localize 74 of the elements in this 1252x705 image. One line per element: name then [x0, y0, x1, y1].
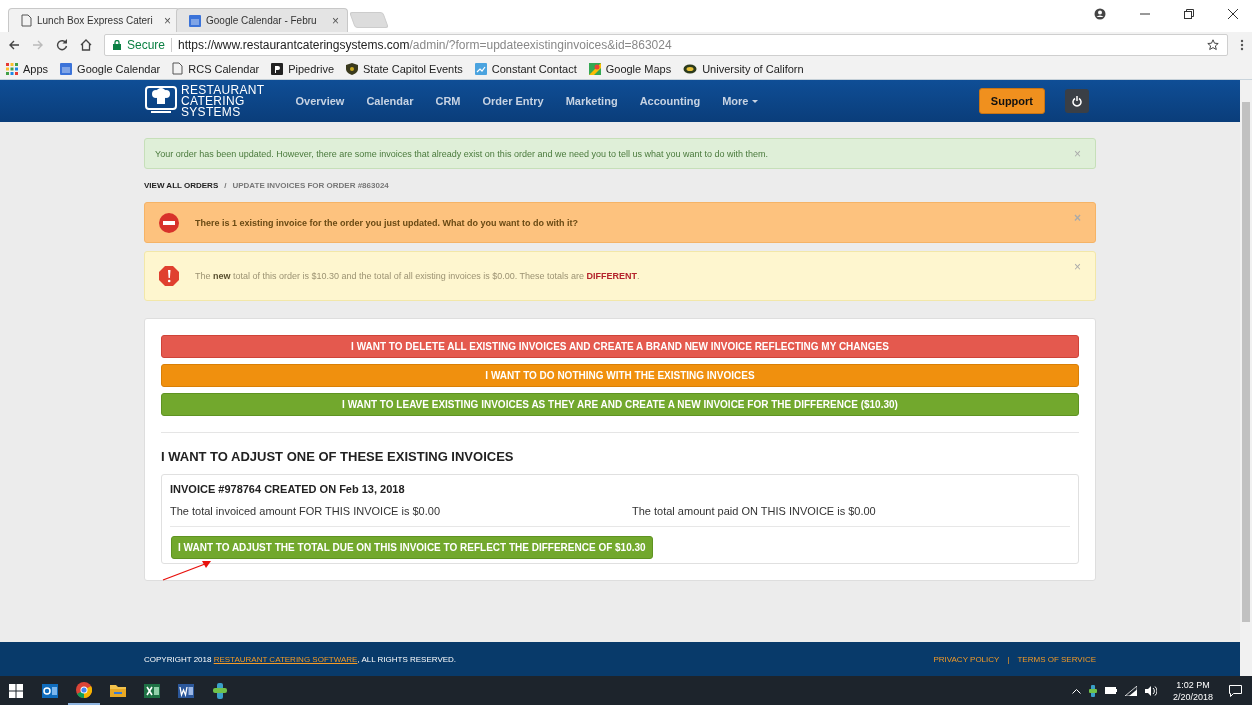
secure-label: Secure: [127, 38, 166, 52]
close-icon[interactable]: [1228, 9, 1238, 19]
no-entry-icon: [159, 212, 179, 233]
bookmark-link[interactable]: University of Californ: [683, 62, 804, 75]
clock[interactable]: 1:02 PM 2/20/2018: [1172, 678, 1213, 703]
exclamation-icon: [159, 266, 179, 286]
bookmark-link[interactable]: Pipedrive: [271, 62, 335, 75]
outlook-icon[interactable]: [42, 683, 58, 698]
nav-link[interactable]: Calendar: [355, 95, 425, 107]
star-icon[interactable]: [1207, 39, 1219, 51]
annotation-arrow: [161, 558, 213, 582]
invoiced-amount: The total invoiced amount FOR THIS INVOICE is $0.00: [170, 505, 442, 517]
map-icon: [588, 62, 601, 75]
bookmark-link[interactable]: Google Calendar: [60, 62, 161, 75]
breadcrumb-link[interactable]: VIEW ALL ORDERS: [144, 181, 219, 190]
account-icon[interactable]: [1094, 8, 1106, 20]
bookmark-link[interactable]: Apps: [6, 62, 49, 75]
nav-link[interactable]: Order Entry: [471, 95, 555, 107]
chevron-up-icon[interactable]: [1071, 687, 1081, 694]
chrome-icon[interactable]: [76, 681, 92, 698]
browser-tab[interactable]: Google Calendar - Febru ×: [176, 8, 348, 32]
page-icon: [172, 62, 184, 75]
lock-icon: [113, 40, 121, 50]
page-icon: [21, 14, 32, 27]
nav-link[interactable]: More: [711, 95, 770, 107]
bookmark-link[interactable]: Constant Contact: [474, 62, 577, 75]
invoice-title: INVOICE #978764 CREATED ON Feb 13, 2018: [170, 483, 406, 495]
word-icon[interactable]: [178, 683, 194, 698]
excel-icon[interactable]: [144, 683, 160, 698]
nav-link[interactable]: CRM: [424, 95, 472, 107]
app-icon[interactable]: [213, 682, 227, 699]
breadcrumb-current: UPDATE INVOICES FOR ORDER #863024: [232, 181, 389, 190]
power-icon: [1072, 95, 1082, 107]
power-button[interactable]: [1065, 89, 1089, 113]
action-button[interactable]: I WANT TO DELETE ALL EXISTING INVOICES AND CREATE A BRAND NEW INVOICE REFLECTING MY CHANGES: [161, 335, 1079, 358]
support-button[interactable]: Support: [978, 88, 1045, 114]
folder-icon[interactable]: [110, 684, 126, 697]
pipedrive-icon: [271, 62, 284, 75]
shield-icon: [346, 62, 359, 75]
bookmark-link[interactable]: Google Maps: [588, 62, 672, 75]
alert-message: The new total of this order is $10.30 and the total of all existing invoices is $0.00. These totals are DIFFERENT.: [195, 271, 640, 281]
logo-icon: [683, 63, 698, 74]
nav-link[interactable]: Overview: [284, 95, 356, 107]
nav-link[interactable]: Marketing: [554, 95, 629, 107]
footer-link[interactable]: PRIVACY POLICY: [933, 654, 1000, 664]
reload-icon[interactable]: [56, 39, 68, 51]
paid-amount: The total amount paid ON THIS INVOICE is $0.00: [632, 505, 877, 517]
section-heading: I WANT TO ADJUST ONE OF THESE EXISTING INVOICES: [161, 449, 515, 464]
restore-icon[interactable]: [1184, 9, 1194, 19]
copyright-text: COPYRIGHT 2018 RESTAURANT CATERING SOFTWARE, ALL RIGHTS RESERVED.: [144, 654, 457, 664]
battery-icon[interactable]: [1104, 687, 1117, 694]
breadcrumb-separator: /: [224, 181, 227, 190]
home-icon[interactable]: [80, 39, 92, 51]
alert-message: Your order has been updated. However, there are some invoices that already exist on this order and we need you to tell us what you want to do with them.: [155, 148, 769, 159]
windows-start-icon[interactable]: [9, 683, 23, 698]
wifi-icon[interactable]: [1124, 685, 1137, 696]
footer-separator: |: [1007, 654, 1010, 664]
alert-message: There is 1 existing invoice for the order you just updated. What do you want to do with it?: [195, 217, 579, 228]
bookmark-link[interactable]: RCS Calendar: [172, 62, 260, 75]
apps-icon: [6, 62, 18, 75]
notification-icon[interactable]: [1229, 684, 1242, 697]
calendar-icon: [189, 14, 201, 27]
brand-name[interactable]: RESTAURANT CATERING SYSTEMS: [181, 84, 265, 118]
chef-hat-logo-icon[interactable]: [145, 86, 177, 116]
footer-link[interactable]: TERMS OF SERVICE: [1017, 654, 1096, 664]
menu-icon[interactable]: [1240, 39, 1244, 51]
calendar-icon: [60, 62, 73, 75]
volume-icon[interactable]: [1144, 685, 1157, 696]
back-icon[interactable]: [8, 39, 20, 51]
nav-link[interactable]: Accounting: [628, 95, 712, 107]
url-text: https://www.restaurantcateringsystems.com/admin/?form=updateexistinginvoices&id=863024: [178, 38, 672, 52]
bookmark-link[interactable]: State Capitol Events: [346, 62, 463, 75]
chart-icon: [474, 62, 487, 75]
address-bar[interactable]: Secure https://www.restaurantcateringsystems.com/admin/?form=updateexistinginvoices&id=863024: [104, 34, 1228, 56]
